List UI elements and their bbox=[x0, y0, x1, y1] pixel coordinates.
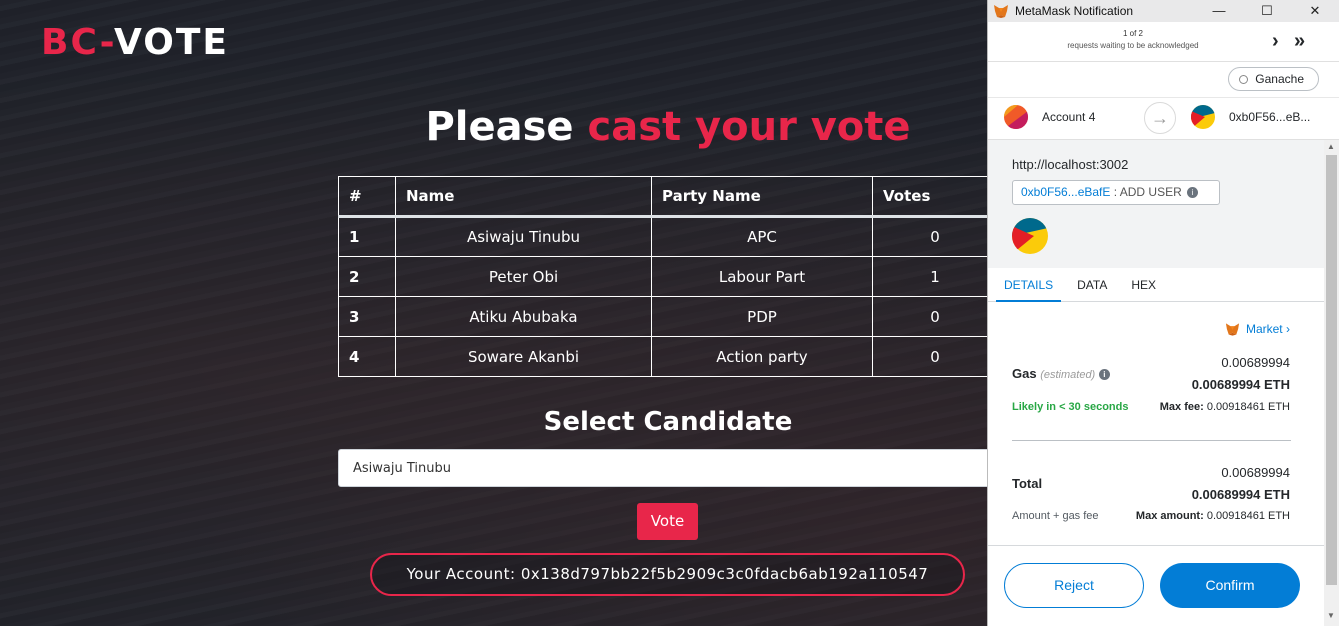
scroll-down-icon[interactable]: ▼ bbox=[1327, 611, 1335, 620]
amount-gas-fee-label: Amount + gas fee bbox=[1012, 510, 1099, 522]
request-origin-panel: http://localhost:3002 0xb0F56...eBafE : … bbox=[988, 140, 1339, 268]
arrow-right-icon: → bbox=[1144, 102, 1176, 134]
gas-estimated-label: (estimated) bbox=[1040, 369, 1096, 381]
cell-number: 2 bbox=[338, 256, 396, 297]
total-label: Total bbox=[1012, 476, 1043, 491]
app-logo[interactable]: BC-VOTE bbox=[41, 22, 229, 63]
from-account-name[interactable]: Account 4 bbox=[1042, 110, 1095, 124]
minimize-button[interactable]: — bbox=[1195, 0, 1243, 22]
logo-suffix: VOTE bbox=[114, 22, 229, 63]
queue-count: 1 of 2 bbox=[1122, 29, 1143, 38]
candidates-table: # Name Party Name Votes 1 Asiwaju Tinubu… bbox=[338, 176, 998, 377]
heading-white-part: Please bbox=[425, 104, 588, 150]
from-account-avatar bbox=[1004, 105, 1028, 129]
to-account-address[interactable]: 0xb0F56...eB... bbox=[1229, 110, 1310, 124]
reject-button[interactable]: Reject bbox=[1004, 563, 1144, 608]
candidate-select[interactable]: Asiwaju Tinubu bbox=[338, 449, 998, 487]
page-heading: Please cast your vote bbox=[338, 104, 998, 150]
max-fee: Max fee: 0.00918461 ETH bbox=[1160, 401, 1290, 413]
cell-votes: 1 bbox=[872, 256, 998, 297]
cell-name: Asiwaju Tinubu bbox=[395, 216, 652, 257]
select-candidate-title: Select Candidate bbox=[543, 407, 793, 437]
tab-data[interactable]: DATA bbox=[1069, 268, 1115, 301]
cell-party: PDP bbox=[651, 296, 873, 337]
cell-party: Labour Part bbox=[651, 256, 873, 297]
vertical-scrollbar[interactable]: ▲ ▼ bbox=[1324, 140, 1339, 626]
column-header-number: # bbox=[338, 176, 396, 218]
table-header-row: # Name Party Name Votes bbox=[338, 176, 998, 218]
likely-time-estimate: Likely in < 30 seconds bbox=[1012, 401, 1129, 413]
gas-value-eth: 0.00689994 ETH bbox=[1191, 377, 1290, 392]
tab-details[interactable]: DETAILS bbox=[996, 268, 1062, 302]
window-titlebar: MetaMask Notification — ☐ ✕ bbox=[988, 0, 1339, 22]
gas-value: 0.00689994 bbox=[1221, 355, 1290, 370]
cell-votes: 0 bbox=[872, 216, 998, 257]
window-title: MetaMask Notification bbox=[1015, 4, 1134, 18]
request-queue-bar: 1 of 2 requests waiting to be acknowledg… bbox=[988, 22, 1339, 62]
queue-text: requests waiting to be acknowledged bbox=[1067, 41, 1199, 50]
table-row: 4 Soware Akanbi Action party 0 bbox=[338, 336, 998, 377]
cell-name: Soware Akanbi bbox=[395, 336, 652, 377]
info-icon[interactable]: i bbox=[1098, 369, 1110, 381]
info-icon[interactable]: i bbox=[1187, 187, 1199, 199]
metamask-fox-icon bbox=[994, 5, 1008, 18]
network-bar: Ganache bbox=[988, 62, 1339, 98]
table-row: 1 Asiwaju Tinubu APC 0 bbox=[338, 216, 998, 257]
add-user-label: : ADD USER bbox=[1110, 185, 1182, 199]
total-value: 0.00689994 bbox=[1221, 465, 1290, 480]
gas-label-text: Gas bbox=[1012, 366, 1037, 381]
scroll-up-icon[interactable]: ▲ bbox=[1327, 142, 1335, 151]
logo-prefix: BC- bbox=[41, 22, 115, 63]
cell-votes: 0 bbox=[872, 336, 998, 377]
origin-url: http://localhost:3002 bbox=[1012, 157, 1129, 172]
tab-hex[interactable]: HEX bbox=[1123, 268, 1164, 301]
max-amount: Max amount: 0.00918461 ETH bbox=[1136, 510, 1290, 522]
to-account-avatar bbox=[1191, 105, 1215, 129]
cell-number: 4 bbox=[338, 336, 396, 377]
chevron-right-icon: › bbox=[1286, 322, 1290, 336]
cell-name: Atiku Abubaka bbox=[395, 296, 652, 337]
max-fee-value: 0.00918461 ETH bbox=[1206, 401, 1290, 413]
contract-avatar bbox=[1012, 218, 1048, 254]
max-amount-label: Max amount: bbox=[1135, 510, 1204, 522]
cell-number: 1 bbox=[338, 216, 396, 257]
cell-party: APC bbox=[651, 216, 873, 257]
your-account-display: Your Account: 0x138d797bb22f5b2909c3c0fd… bbox=[370, 553, 965, 596]
metamask-notification-window: MetaMask Notification — ☐ ✕ 1 of 2 reque… bbox=[987, 0, 1339, 626]
transaction-details: Market › Gas (estimated) i 0.00689994 0.… bbox=[988, 302, 1324, 547]
market-label: Market bbox=[1245, 322, 1283, 336]
confirm-button[interactable]: Confirm bbox=[1160, 563, 1300, 608]
sender-recipient-bar: Account 4 → 0xb0F56...eB... bbox=[988, 98, 1339, 140]
column-header-votes: Votes bbox=[872, 176, 998, 218]
cell-number: 3 bbox=[338, 296, 396, 337]
transaction-tabs: DETAILS DATA HEX bbox=[988, 268, 1339, 302]
total-value-eth: 0.00689994 ETH bbox=[1191, 487, 1290, 502]
contract-address-chip[interactable]: 0xb0F56...eBafE : ADD USER i bbox=[1012, 180, 1220, 205]
scrollbar-thumb[interactable] bbox=[1326, 155, 1337, 585]
network-selector[interactable]: Ganache bbox=[1228, 67, 1319, 91]
cell-name: Peter Obi bbox=[395, 256, 652, 297]
table-row: 3 Atiku Abubaka PDP 0 bbox=[338, 296, 998, 337]
gas-label: Gas (estimated) i bbox=[1012, 366, 1110, 381]
next-request-chevron-icon[interactable]: › bbox=[1272, 30, 1279, 53]
column-header-party: Party Name bbox=[651, 176, 873, 218]
market-link[interactable]: Market › bbox=[1225, 322, 1290, 336]
heading-red-part: cast your vote bbox=[587, 104, 911, 150]
vote-button[interactable]: Vote bbox=[637, 503, 698, 540]
table-row: 2 Peter Obi Labour Part 1 bbox=[338, 256, 998, 297]
max-amount-value: 0.00918461 ETH bbox=[1206, 510, 1290, 522]
action-footer: Reject Confirm bbox=[988, 545, 1324, 626]
max-fee-label: Max fee: bbox=[1159, 401, 1204, 413]
last-request-double-chevron-icon[interactable]: » bbox=[1294, 30, 1305, 53]
network-name: Ganache bbox=[1255, 72, 1304, 86]
network-status-dot-icon bbox=[1239, 74, 1249, 84]
cell-party: Action party bbox=[651, 336, 873, 377]
metamask-fox-icon bbox=[1225, 323, 1240, 336]
contract-address-link[interactable]: 0xb0F56...eBafE bbox=[1021, 185, 1110, 199]
cell-votes: 0 bbox=[872, 296, 998, 337]
maximize-button[interactable]: ☐ bbox=[1243, 0, 1291, 22]
close-button[interactable]: ✕ bbox=[1291, 0, 1339, 22]
details-divider bbox=[1012, 440, 1291, 441]
column-header-name: Name bbox=[395, 176, 652, 218]
